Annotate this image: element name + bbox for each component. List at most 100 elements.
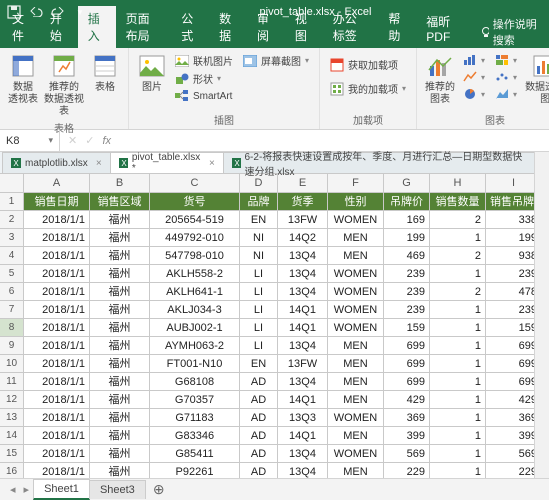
row-header[interactable]: 14 bbox=[0, 427, 24, 444]
table-cell[interactable]: 699 bbox=[384, 373, 430, 390]
table-cell[interactable]: 福州 bbox=[90, 229, 150, 246]
column-header[interactable]: B bbox=[90, 174, 150, 192]
pivot-chart-button[interactable]: 数据透视图 bbox=[523, 50, 549, 106]
sheet-tab[interactable]: Sheet1 bbox=[33, 479, 90, 500]
table-cell[interactable]: 699 bbox=[486, 337, 542, 354]
table-cell[interactable]: 239 bbox=[486, 301, 542, 318]
table-cell[interactable]: LI bbox=[240, 301, 278, 318]
row-header[interactable]: 11 bbox=[0, 373, 24, 390]
table-cell[interactable]: MEN bbox=[328, 337, 384, 354]
table-cell[interactable]: 2018/1/1 bbox=[24, 301, 90, 318]
row-header[interactable]: 7 bbox=[0, 301, 24, 318]
name-box[interactable]: K8▾ bbox=[0, 130, 60, 151]
table-cell[interactable]: 13Q4 bbox=[278, 373, 328, 390]
workbook-tab[interactable]: Xmatplotlib.xlsx× bbox=[2, 152, 111, 173]
table-cell[interactable]: MEN bbox=[328, 229, 384, 246]
table-header-cell[interactable]: 性别 bbox=[328, 193, 384, 210]
table-cell[interactable]: AD bbox=[240, 427, 278, 444]
table-cell[interactable]: 13Q4 bbox=[278, 265, 328, 282]
table-cell[interactable]: NI bbox=[240, 247, 278, 264]
recommended-pivot-button[interactable]: 推荐的 数据透视表 bbox=[42, 50, 86, 118]
table-cell[interactable]: 369 bbox=[486, 409, 542, 426]
table-cell[interactable]: 福州 bbox=[90, 337, 150, 354]
redo-icon[interactable] bbox=[50, 4, 66, 20]
workbook-tab[interactable]: Xpivot_table.xlsx *× bbox=[110, 152, 224, 173]
table-cell[interactable]: WOMEN bbox=[328, 319, 384, 336]
table-cell[interactable]: AD bbox=[240, 445, 278, 462]
table-cell[interactable]: 469 bbox=[384, 247, 430, 264]
row-header[interactable]: 4 bbox=[0, 247, 24, 264]
table-cell[interactable]: WOMEN bbox=[328, 211, 384, 228]
row-header[interactable]: 12 bbox=[0, 391, 24, 408]
table-cell[interactable]: 169 bbox=[384, 211, 430, 228]
table-cell[interactable]: 239 bbox=[384, 265, 430, 282]
table-cell[interactable]: WOMEN bbox=[328, 445, 384, 462]
table-cell[interactable]: 2018/1/1 bbox=[24, 409, 90, 426]
table-cell[interactable]: WOMEN bbox=[328, 301, 384, 318]
my-addins-button[interactable]: 我的加载项 ▾ bbox=[326, 80, 410, 97]
table-cell[interactable]: AD bbox=[240, 373, 278, 390]
table-cell[interactable]: 2018/1/1 bbox=[24, 337, 90, 354]
table-cell[interactable]: 福州 bbox=[90, 211, 150, 228]
table-cell[interactable]: 14Q1 bbox=[278, 301, 328, 318]
recommended-charts-button[interactable]: 推荐的 图表 bbox=[423, 50, 457, 106]
table-header-cell[interactable]: 货季 bbox=[278, 193, 328, 210]
table-cell[interactable]: LI bbox=[240, 337, 278, 354]
save-icon[interactable] bbox=[6, 4, 22, 20]
table-cell[interactable]: 2018/1/1 bbox=[24, 373, 90, 390]
table-cell[interactable]: 2 bbox=[430, 211, 486, 228]
table-cell[interactable]: LI bbox=[240, 319, 278, 336]
table-cell[interactable]: 429 bbox=[384, 391, 430, 408]
table-cell[interactable]: 2018/1/1 bbox=[24, 391, 90, 408]
table-cell[interactable]: MEN bbox=[328, 247, 384, 264]
new-sheet-button[interactable]: ⊕ bbox=[145, 481, 173, 498]
table-cell[interactable]: 1 bbox=[430, 409, 486, 426]
table-cell[interactable]: MEN bbox=[328, 391, 384, 408]
table-cell[interactable]: AYMH063-2 bbox=[150, 337, 240, 354]
table-cell[interactable]: 福州 bbox=[90, 301, 150, 318]
table-cell[interactable]: 1 bbox=[430, 445, 486, 462]
table-cell[interactable]: 2018/1/1 bbox=[24, 211, 90, 228]
table-cell[interactable]: 2018/1/1 bbox=[24, 229, 90, 246]
table-cell[interactable]: 1 bbox=[430, 337, 486, 354]
table-cell[interactable]: G70357 bbox=[150, 391, 240, 408]
column-header[interactable]: E bbox=[278, 174, 328, 192]
table-cell[interactable]: 1 bbox=[430, 427, 486, 444]
row-header[interactable]: 3 bbox=[0, 229, 24, 246]
column-header[interactable]: H bbox=[430, 174, 486, 192]
table-cell[interactable]: 399 bbox=[384, 427, 430, 444]
table-cell[interactable]: 福州 bbox=[90, 355, 150, 372]
table-cell[interactable]: 938 bbox=[486, 247, 542, 264]
table-cell[interactable]: 13FW bbox=[278, 211, 328, 228]
table-cell[interactable]: NI bbox=[240, 229, 278, 246]
table-cell[interactable]: EN bbox=[240, 355, 278, 372]
online-pictures-button[interactable]: 联机图片 bbox=[171, 52, 237, 69]
column-header[interactable]: A bbox=[24, 174, 90, 192]
table-cell[interactable]: 338 bbox=[486, 211, 542, 228]
column-header[interactable]: C bbox=[150, 174, 240, 192]
table-cell[interactable]: 1 bbox=[430, 265, 486, 282]
table-cell[interactable]: 2018/1/1 bbox=[24, 355, 90, 372]
table-cell[interactable]: WOMEN bbox=[328, 409, 384, 426]
table-cell[interactable]: 239 bbox=[486, 265, 542, 282]
table-header-cell[interactable]: 销售区域 bbox=[90, 193, 150, 210]
table-cell[interactable]: 福州 bbox=[90, 373, 150, 390]
table-cell[interactable]: 14Q2 bbox=[278, 229, 328, 246]
smartart-button[interactable]: SmartArt bbox=[171, 88, 237, 104]
table-cell[interactable]: 449792-010 bbox=[150, 229, 240, 246]
workbook-tab[interactable]: X6-2-将报表快速设置成按年、季度、月进行汇总—日期型数据快速分组.xlsx× bbox=[223, 152, 549, 173]
table-cell[interactable]: AKLH558-2 bbox=[150, 265, 240, 282]
ribbon-tab-5[interactable]: 数据 bbox=[209, 6, 247, 48]
table-cell[interactable]: 369 bbox=[384, 409, 430, 426]
table-cell[interactable]: 福州 bbox=[90, 445, 150, 462]
sheet-tab[interactable]: Sheet3 bbox=[89, 480, 146, 499]
table-cell[interactable]: 2018/1/1 bbox=[24, 445, 90, 462]
ribbon-tab-8[interactable]: 办公标签 bbox=[323, 6, 379, 48]
table-cell[interactable]: 205654-519 bbox=[150, 211, 240, 228]
table-cell[interactable]: AKLH641-1 bbox=[150, 283, 240, 300]
undo-icon[interactable] bbox=[28, 4, 44, 20]
table-cell[interactable]: 2018/1/1 bbox=[24, 427, 90, 444]
tell-me-search[interactable]: 操作说明搜索 bbox=[472, 16, 549, 48]
table-cell[interactable]: 699 bbox=[486, 373, 542, 390]
table-cell[interactable]: 699 bbox=[384, 355, 430, 372]
